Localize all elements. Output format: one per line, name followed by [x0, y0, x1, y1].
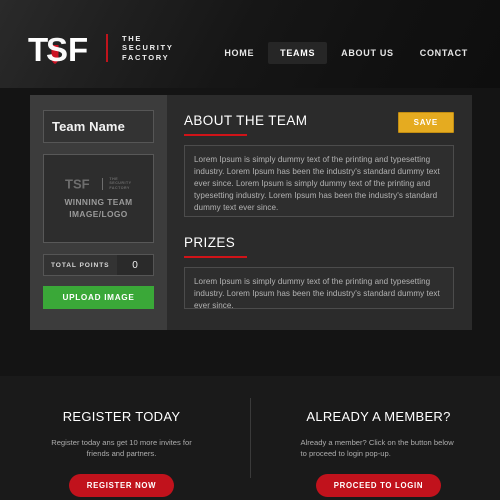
footer-vertical-divider [250, 398, 251, 478]
total-points-value: 0 [117, 255, 153, 275]
svg-text:T: T [28, 31, 48, 68]
brand-tagline: THE SECURITY FACTORY [122, 34, 174, 63]
about-title-underline [184, 134, 247, 136]
save-button[interactable]: SAVE [397, 112, 454, 133]
team-profile-card: TSF THE SECURITY FACTORY WINNING TEAM IM… [30, 95, 472, 330]
member-cta-text: Already a member? Click on the button be… [300, 438, 454, 459]
svg-text:F: F [68, 31, 88, 68]
total-points-label: TOTAL POINTS [51, 261, 110, 269]
placeholder-tagline-line3: FACTORY [109, 185, 130, 190]
prizes-title-underline [184, 256, 247, 258]
nav-item-contact[interactable]: CONTACT [408, 42, 480, 64]
nav-item-home[interactable]: HOME [212, 42, 266, 64]
brand-tagline-line1: THE [122, 33, 143, 43]
main-navigation: HOME TEAMS ABOUT US CONTACT [212, 42, 480, 64]
placeholder-tsf-logo-icon: TSF THE SECURITY FACTORY [65, 177, 131, 191]
register-cta-title: REGISTER TODAY [62, 409, 181, 424]
about-section-header: ABOUT THE TEAM SAVE [184, 112, 454, 136]
placeholder-tagline-line1: THE [109, 176, 119, 181]
upload-image-button[interactable]: UPLOAD IMAGE [43, 286, 154, 309]
proceed-to-login-button[interactable]: PROCEED TO LOGIN [315, 473, 442, 497]
team-sidebar-panel: TSF THE SECURITY FACTORY WINNING TEAM IM… [30, 95, 167, 330]
brand-divider [106, 34, 108, 62]
svg-text:TSF: TSF [65, 177, 90, 190]
team-name-input[interactable] [43, 110, 154, 143]
register-cta-column: REGISTER TODAY Register today ans get 10… [0, 376, 249, 500]
member-cta-title: ALREADY A MEMBER? [306, 409, 451, 424]
prizes-text-field[interactable]: Lorem Ipsum is simply dummy text of the … [184, 267, 454, 310]
site-header: T S F THE SECURITY FACTORY HOME TEAMS AB… [0, 0, 500, 88]
page-root: T S F THE SECURITY FACTORY HOME TEAMS AB… [0, 0, 500, 500]
placeholder-logo-divider [102, 177, 104, 190]
member-cta-column: ALREADY A MEMBER? Already a member? Clic… [249, 376, 500, 500]
brand-tagline-line3: FACTORY [122, 52, 170, 62]
svg-text:S: S [46, 31, 68, 68]
footer-cta-section: REGISTER TODAY Register today ans get 10… [0, 376, 500, 500]
about-text-field[interactable]: Lorem Ipsum is simply dummy text of the … [184, 145, 454, 217]
nav-item-about-us[interactable]: ABOUT US [329, 42, 406, 64]
image-placeholder-caption-line1: WINNING TEAM [64, 197, 133, 208]
prizes-section-title: PRIZES [184, 235, 236, 250]
team-image-upload-area[interactable]: TSF THE SECURITY FACTORY WINNING TEAM IM… [43, 154, 154, 243]
image-placeholder-caption: WINNING TEAM IMAGE/LOGO [64, 197, 132, 220]
register-cta-text: Register today ans get 10 more invites f… [51, 438, 192, 459]
placeholder-tagline-line2: SECURITY [109, 181, 132, 186]
about-title-group: ABOUT THE TEAM [184, 113, 307, 136]
register-now-button[interactable]: REGISTER NOW [68, 473, 175, 497]
image-placeholder-caption-line2: IMAGE/LOGO [69, 208, 128, 219]
total-points-row: TOTAL POINTS 0 [43, 254, 154, 276]
about-section-title: ABOUT THE TEAM [184, 113, 308, 128]
prizes-title-group: PRIZES [184, 235, 247, 258]
placeholder-logo-tagline: THE SECURITY FACTORY [109, 177, 131, 191]
brand-tagline-line2: SECURITY [122, 43, 174, 53]
prizes-section-header: PRIZES [184, 235, 454, 258]
tsf-logo-icon: T S F [28, 28, 92, 68]
brand-logo[interactable]: T S F THE SECURITY FACTORY [28, 28, 174, 68]
team-details-panel: ABOUT THE TEAM SAVE Lorem Ipsum is simpl… [167, 95, 472, 330]
nav-item-teams[interactable]: TEAMS [268, 42, 328, 64]
